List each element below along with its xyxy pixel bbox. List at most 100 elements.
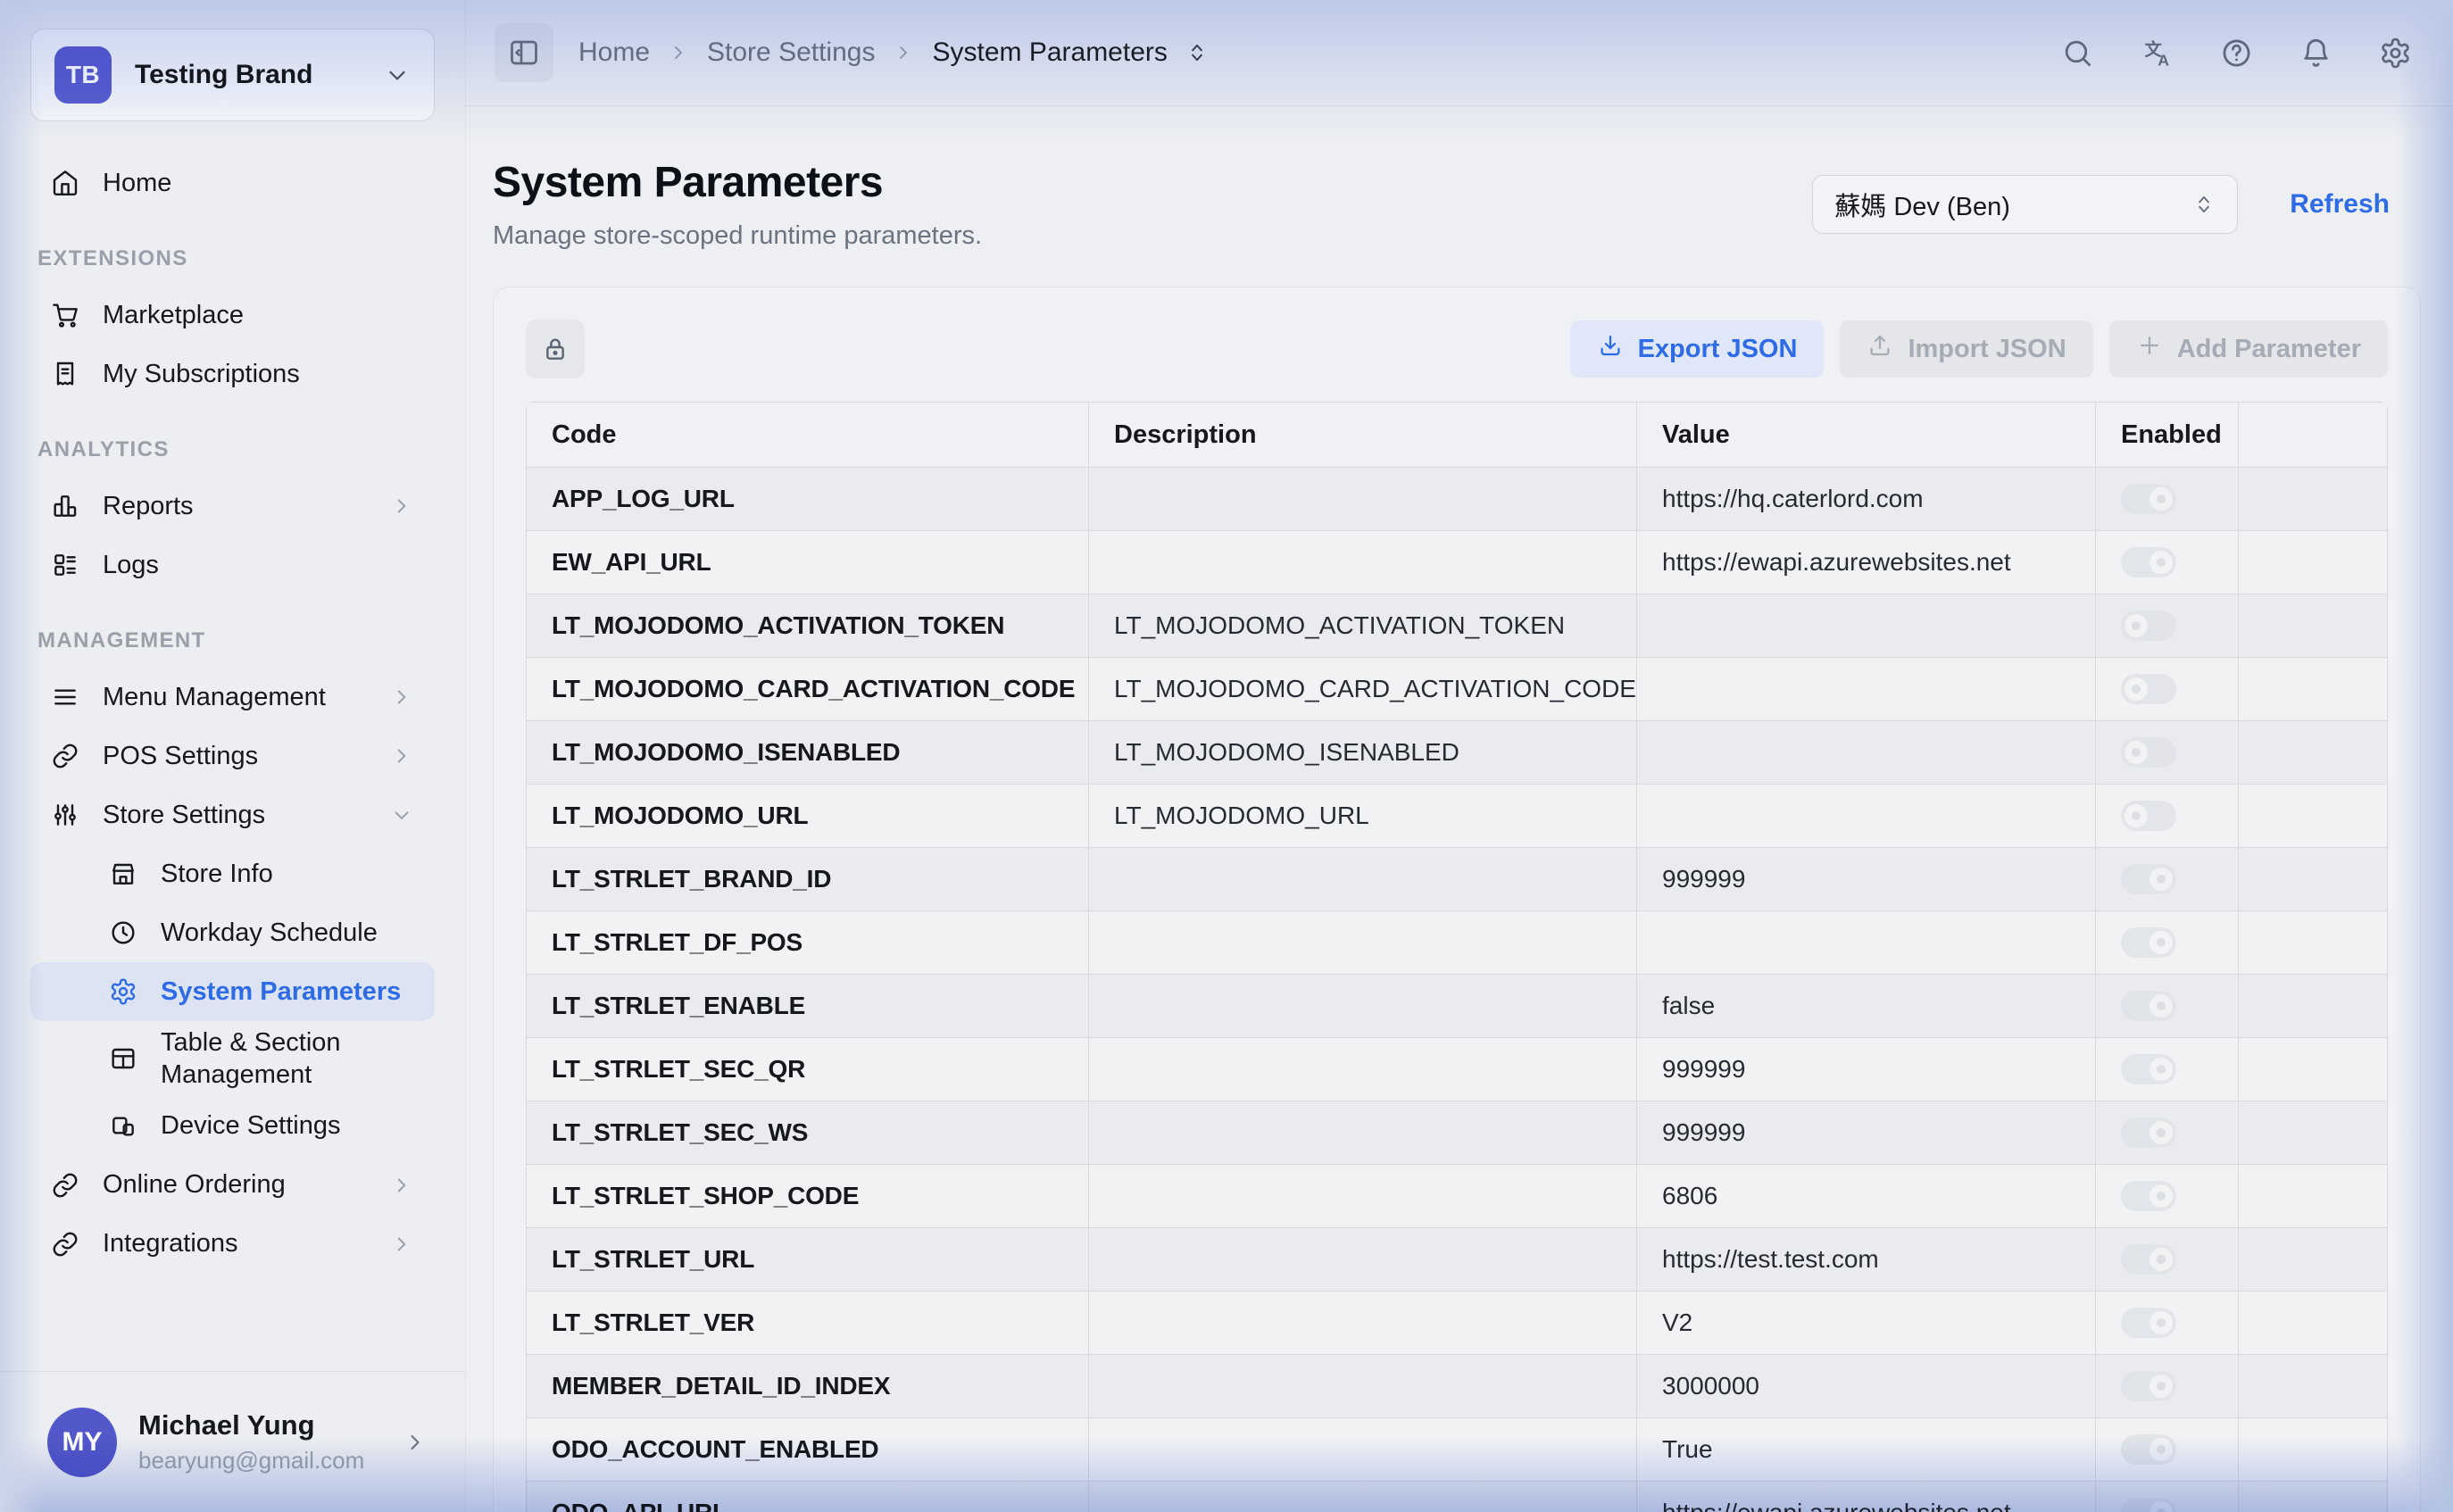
enabled-toggle[interactable] [2121, 1498, 2176, 1512]
cell-code: LT_STRLET_ENABLE [527, 975, 1089, 1038]
enabled-toggle[interactable] [2121, 801, 2176, 831]
chevron-right-icon [390, 744, 413, 768]
cell-description: LT_MOJODOMO_ACTIVATION_TOKEN [1089, 594, 1637, 658]
cell-value: 999999 [1637, 1101, 2096, 1165]
add-parameter-button[interactable]: Add Parameter [2109, 320, 2388, 378]
nav-section-management: MANAGEMENT [30, 628, 435, 653]
bell-icon[interactable] [2299, 37, 2332, 70]
column-header-actions [2239, 403, 2387, 468]
cell-enabled [2096, 785, 2239, 848]
enabled-toggle[interactable] [2121, 674, 2176, 704]
toolbar-actions: Export JSON Import JSON Add Parameter [1570, 320, 2388, 378]
brand-name: Testing Brand [135, 60, 312, 90]
import-json-button[interactable]: Import JSON [1840, 320, 2092, 378]
help-icon[interactable] [2220, 37, 2253, 70]
store-selector[interactable]: 蘇媽 Dev (Ben) [1812, 175, 2238, 234]
devices-icon [109, 1112, 137, 1141]
link-icon [51, 1230, 79, 1259]
cell-value: 6806 [1637, 1165, 2096, 1228]
cell-enabled [2096, 1418, 2239, 1482]
chevron-right-icon [390, 494, 413, 518]
table-row: LT_STRLET_VERV2 [527, 1292, 2387, 1355]
cell-code: LT_STRLET_DF_POS [527, 911, 1089, 975]
cell-enabled [2096, 848, 2239, 911]
page-header-text: System Parameters Manage store-scoped ru… [493, 158, 982, 251]
sidebar-item-marketplace[interactable]: Marketplace [30, 286, 435, 345]
sidebar-item-workday-schedule[interactable]: Workday Schedule [30, 903, 435, 962]
enabled-toggle[interactable] [2121, 991, 2176, 1021]
user-menu[interactable]: MY Michael Yung bearyung@gmail.com [0, 1371, 465, 1512]
sidebar-item-menu-management[interactable]: Menu Management [30, 668, 435, 727]
sidebar-item-store-settings[interactable]: Store Settings [30, 785, 435, 844]
sidebar-item-home[interactable]: Home [30, 154, 435, 212]
enabled-toggle[interactable] [2121, 484, 2176, 514]
chevrons-up-down-icon[interactable] [1185, 41, 1209, 64]
cell-description [1089, 1228, 1637, 1292]
cell-actions [2239, 468, 2387, 531]
cell-actions [2239, 531, 2387, 594]
translate-icon[interactable]: 文A [2141, 37, 2174, 70]
enabled-toggle[interactable] [2121, 1244, 2176, 1275]
cell-value: https://test.test.com [1637, 1228, 2096, 1292]
table-row: ODO_ACCOUNT_ENABLEDTrue [527, 1418, 2387, 1482]
table-header-row: CodeDescriptionValueEnabled [527, 403, 2387, 468]
cell-enabled [2096, 1228, 2239, 1292]
sidebar-item-label: Integrations [103, 1227, 238, 1259]
enabled-toggle[interactable] [2121, 864, 2176, 894]
enabled-toggle[interactable] [2121, 1117, 2176, 1148]
sidebar-item-online-ordering[interactable]: Online Ordering [30, 1156, 435, 1215]
enabled-toggle[interactable] [2121, 1308, 2176, 1338]
cell-actions [2239, 975, 2387, 1038]
cell-value [1637, 658, 2096, 721]
enabled-toggle[interactable] [2121, 1371, 2176, 1401]
cell-description [1089, 1165, 1637, 1228]
cell-enabled [2096, 911, 2239, 975]
sidebar-item-reports[interactable]: Reports [30, 477, 435, 536]
app-root: TB Testing Brand HomeEXTENSIONSMarketpla… [0, 0, 2453, 1512]
sidebar-toggle-button[interactable] [495, 23, 553, 82]
table-row: LT_MOJODOMO_CARD_ACTIVATION_CODELT_MOJOD… [527, 658, 2387, 721]
sidebar-item-logs[interactable]: Logs [30, 536, 435, 594]
cell-code: LT_MOJODOMO_ISENABLED [527, 721, 1089, 785]
settings-icon[interactable] [2379, 37, 2412, 70]
cell-code: LT_MOJODOMO_ACTIVATION_TOKEN [527, 594, 1089, 658]
sidebar-item-device-settings[interactable]: Device Settings [30, 1097, 435, 1156]
table-row: ODO_API_URLhttps://ewapi.azurewebsites.n… [527, 1482, 2387, 1512]
sidebar-item-my-subscriptions[interactable]: My Subscriptions [30, 345, 435, 403]
logs-icon [51, 551, 79, 579]
user-meta: Michael Yung bearyung@gmail.com [138, 1409, 364, 1475]
lock-button[interactable] [526, 320, 585, 378]
sidebar-item-integrations[interactable]: Integrations [30, 1215, 435, 1274]
page-subtitle: Manage store-scoped runtime parameters. [493, 221, 982, 251]
enabled-toggle[interactable] [2121, 1181, 2176, 1211]
import-json-label: Import JSON [1908, 335, 2066, 364]
download-icon [1597, 332, 1624, 366]
export-json-button[interactable]: Export JSON [1570, 320, 1825, 378]
brand-switcher[interactable]: TB Testing Brand [30, 29, 435, 121]
cell-actions [2239, 658, 2387, 721]
breadcrumb-store-settings[interactable]: Store Settings [707, 37, 875, 68]
cell-enabled [2096, 1101, 2239, 1165]
sidebar-item-table-and-section-management[interactable]: Table & Section Management [30, 1021, 435, 1097]
enabled-toggle[interactable] [2121, 1054, 2176, 1084]
cell-description [1089, 911, 1637, 975]
sidebar-item-store-info[interactable]: Store Info [30, 844, 435, 903]
refresh-button[interactable]: Refresh [2290, 189, 2390, 220]
enabled-toggle[interactable] [2121, 547, 2176, 577]
sidebar-item-system-parameters[interactable]: System Parameters [30, 962, 435, 1021]
enabled-toggle[interactable] [2121, 737, 2176, 768]
cell-enabled [2096, 531, 2239, 594]
sidebar-item-label: Store Settings [103, 799, 265, 831]
enabled-toggle[interactable] [2121, 611, 2176, 641]
main-area: Home Store Settings System Parameters 文A… [466, 0, 2453, 1512]
topbar-actions: 文A [2061, 37, 2412, 70]
enabled-toggle[interactable] [2121, 1434, 2176, 1465]
breadcrumb-home[interactable]: Home [578, 37, 650, 68]
column-header-code: Code [527, 403, 1089, 468]
sidebar-item-pos-settings[interactable]: POS Settings [30, 727, 435, 785]
enabled-toggle[interactable] [2121, 927, 2176, 958]
table-icon [109, 1044, 137, 1073]
cell-code: LT_MOJODOMO_CARD_ACTIVATION_CODE [527, 658, 1089, 721]
cell-description [1089, 848, 1637, 911]
search-icon[interactable] [2061, 37, 2094, 70]
